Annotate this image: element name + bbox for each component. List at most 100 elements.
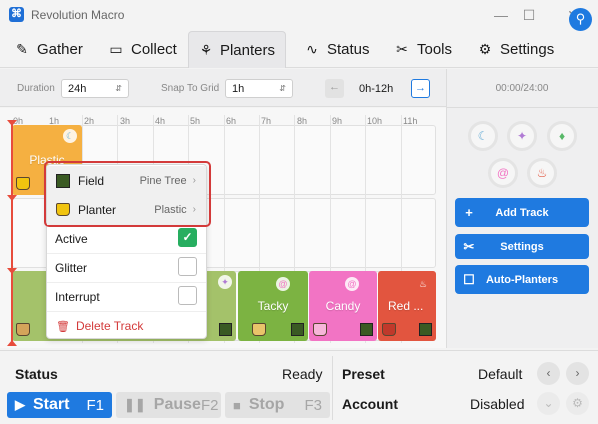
- start-button[interactable]: ▶ Start F1: [7, 392, 112, 418]
- moon-icon: ☾: [63, 129, 77, 143]
- flame-filter-icon[interactable]: ♨: [527, 158, 557, 188]
- account-dropdown-button[interactable]: ⌄: [537, 392, 560, 415]
- prev-range-button[interactable]: ←: [325, 79, 344, 98]
- pause-button[interactable]: ❚❚ Pause F2: [116, 392, 221, 418]
- account-value: Disabled: [470, 396, 525, 412]
- time-cursor[interactable]: [11, 123, 13, 345]
- pause-label: Pause: [153, 396, 201, 413]
- trash-icon: 🗑: [56, 320, 70, 333]
- field-icon: [291, 323, 304, 336]
- play-icon: ▶: [15, 397, 25, 412]
- tab-label: Planters: [219, 41, 275, 59]
- start-label: Start: [33, 396, 70, 413]
- swirl-filter-icon[interactable]: @: [488, 158, 518, 188]
- tab-label: Status: [327, 41, 370, 58]
- tab-tools[interactable]: ✂ Tools: [384, 31, 462, 68]
- delete-track-label: Delete Track: [75, 319, 144, 333]
- bulb-filter-icon[interactable]: ✦: [507, 121, 537, 151]
- swirl-icon: @: [345, 277, 359, 291]
- tab-status[interactable]: ∿ Status: [294, 31, 380, 68]
- status-label: Status: [15, 366, 58, 382]
- preset-label: Preset: [342, 366, 385, 382]
- stop-button[interactable]: ■ Stop F3: [225, 392, 330, 418]
- moon-filter-icon[interactable]: ☾: [468, 121, 498, 151]
- status-value: Ready: [282, 366, 323, 382]
- pulse-icon: ∿: [306, 41, 318, 57]
- plastic-planter-icon: [16, 177, 30, 190]
- duration-select[interactable]: 24h ⇵: [61, 79, 129, 98]
- preset-next-button[interactable]: ›: [566, 362, 589, 385]
- active-checkbox[interactable]: ✓: [178, 228, 197, 247]
- planter-pot-icon: [16, 323, 30, 336]
- tab-planters[interactable]: ⚘ Planters: [188, 31, 286, 68]
- flame-icon: ♨: [418, 279, 428, 289]
- drop-filter-icon[interactable]: ♦: [547, 121, 577, 151]
- wrench-icon: ✂: [396, 41, 408, 57]
- preset-prev-button[interactable]: ‹: [537, 362, 560, 385]
- interrupt-checkbox[interactable]: [178, 286, 197, 305]
- settings-label: Settings: [500, 240, 544, 253]
- planter-icon: ⚘: [199, 41, 213, 58]
- block-label: Tacky: [257, 299, 289, 313]
- glitter-label: Glitter: [55, 261, 88, 275]
- field-icon: [219, 323, 232, 336]
- wrench-icon: ✂: [463, 238, 475, 254]
- tab-label: Gather: [37, 41, 83, 58]
- field-icon: [360, 323, 373, 336]
- tab-gather[interactable]: ✎ Gather: [4, 31, 93, 68]
- chevron-down-icon: ⌄: [543, 396, 554, 410]
- swirl-icon: @: [276, 277, 290, 291]
- account-settings-button[interactable]: ⚙: [566, 392, 589, 415]
- divider: [332, 356, 333, 420]
- search-icon: ⚲: [575, 11, 586, 26]
- minimize-button[interactable]: —: [486, 4, 516, 26]
- delete-track-menu-item[interactable]: 🗑 Delete Track: [47, 311, 206, 340]
- planter-block-red[interactable]: Red ... ♨: [378, 271, 436, 341]
- updown-icon: ⇵: [115, 84, 122, 93]
- settings-button[interactable]: ✂ Settings: [455, 234, 589, 259]
- add-track-label: Add Track: [495, 206, 549, 219]
- tab-settings[interactable]: ⚙ Settings: [467, 31, 564, 68]
- timer-display: 00:00/24:00: [495, 83, 549, 94]
- tab-label: Tools: [417, 41, 453, 58]
- divider: [446, 107, 598, 108]
- snap-value: 1h: [232, 82, 245, 95]
- chevron-left-icon: ‹: [546, 366, 551, 380]
- search-button[interactable]: ⚲: [569, 8, 592, 31]
- active-label: Active: [55, 232, 88, 246]
- next-range-button[interactable]: →: [411, 79, 430, 98]
- gear-icon: ⚙: [572, 396, 583, 410]
- planter-block-tacky[interactable]: Tacky @: [238, 271, 308, 341]
- highlight-box: [44, 161, 211, 227]
- robot-icon: ☐: [463, 271, 475, 287]
- block-label: Candy: [325, 299, 361, 313]
- add-track-button[interactable]: + Add Track: [455, 198, 589, 227]
- snap-select[interactable]: 1h ⇵: [225, 79, 293, 98]
- glitter-checkbox[interactable]: [178, 257, 197, 276]
- planter-block-candy[interactable]: Candy @: [309, 271, 377, 341]
- interrupt-label: Interrupt: [55, 290, 100, 304]
- plus-icon: +: [465, 205, 473, 220]
- preset-value: Default: [478, 366, 523, 382]
- duration-label: Duration: [17, 83, 55, 94]
- window-title: Revolution Macro: [31, 8, 125, 22]
- tacky-planter-icon: [252, 323, 266, 336]
- tab-label: Collect: [131, 41, 177, 58]
- duration-value: 24h: [68, 82, 87, 95]
- snap-label: Snap To Grid: [161, 83, 220, 94]
- app-logo-icon: ⌘: [9, 7, 24, 22]
- pause-icon: ❚❚: [124, 397, 146, 412]
- chevron-right-icon: ›: [575, 366, 580, 380]
- candy-planter-icon: [313, 323, 327, 336]
- bulb-icon: ✦: [218, 275, 232, 289]
- red-planter-icon: [382, 323, 396, 336]
- updown-icon: ⇵: [279, 84, 286, 93]
- account-label: Account: [342, 396, 398, 412]
- maximize-button[interactable]: ☐: [514, 4, 544, 26]
- range-label: 0h-12h: [359, 83, 394, 95]
- stop-hotkey: F3: [304, 396, 322, 414]
- start-hotkey: F1: [86, 396, 104, 414]
- tab-collect[interactable]: ▭ Collect: [98, 31, 187, 68]
- auto-planters-button[interactable]: ☐ Auto-Planters: [455, 265, 589, 294]
- stop-label: Stop: [248, 396, 285, 413]
